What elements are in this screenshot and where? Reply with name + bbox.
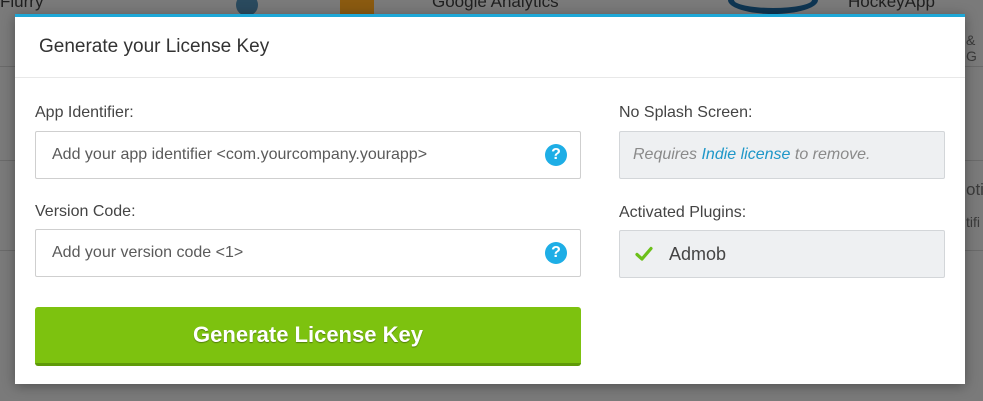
bg-side-text: & G xyxy=(966,32,977,64)
app-identifier-placeholder: Add your app identifier <com.yourcompany… xyxy=(52,146,428,163)
plugin-admob: Admob xyxy=(669,243,727,264)
license-key-modal: Generate your License Key App Identifier… xyxy=(15,14,965,384)
no-splash-text: Requires Indie license to remove. xyxy=(633,146,870,164)
version-code-label: Version Code: xyxy=(35,203,136,220)
no-splash-text-after: to remove. xyxy=(794,146,871,163)
version-code-placeholder: Add your version code <1> xyxy=(52,244,244,261)
help-icon[interactable]: ? xyxy=(545,242,567,264)
generate-license-key-button[interactable]: Generate License Key xyxy=(35,307,581,366)
no-splash-field: Requires Indie license to remove. xyxy=(619,131,945,179)
version-code-input[interactable]: Add your version code <1> ? xyxy=(35,229,581,277)
app-identifier-input[interactable]: Add your app identifier <com.yourcompany… xyxy=(35,131,581,179)
google-analytics-logo-icon xyxy=(340,0,374,14)
bg-side-text: tifi xyxy=(966,214,980,230)
activated-plugins-field: Admob xyxy=(619,230,945,278)
activated-plugins-label: Activated Plugins: xyxy=(619,204,747,221)
help-icon[interactable]: ? xyxy=(545,144,567,166)
modal-header: Generate your License Key xyxy=(15,17,965,78)
checkmark-icon xyxy=(635,246,653,261)
no-splash-label: No Splash Screen: xyxy=(619,104,753,121)
hockeyapp-logo-icon xyxy=(728,0,818,14)
no-splash-text-before: Requires xyxy=(633,146,698,163)
app-identifier-label: App Identifier: xyxy=(35,104,134,121)
modal-title: Generate your License Key xyxy=(39,36,270,57)
indie-license-link[interactable]: Indie license xyxy=(701,146,790,163)
bg-side-text: oti xyxy=(966,180,983,199)
